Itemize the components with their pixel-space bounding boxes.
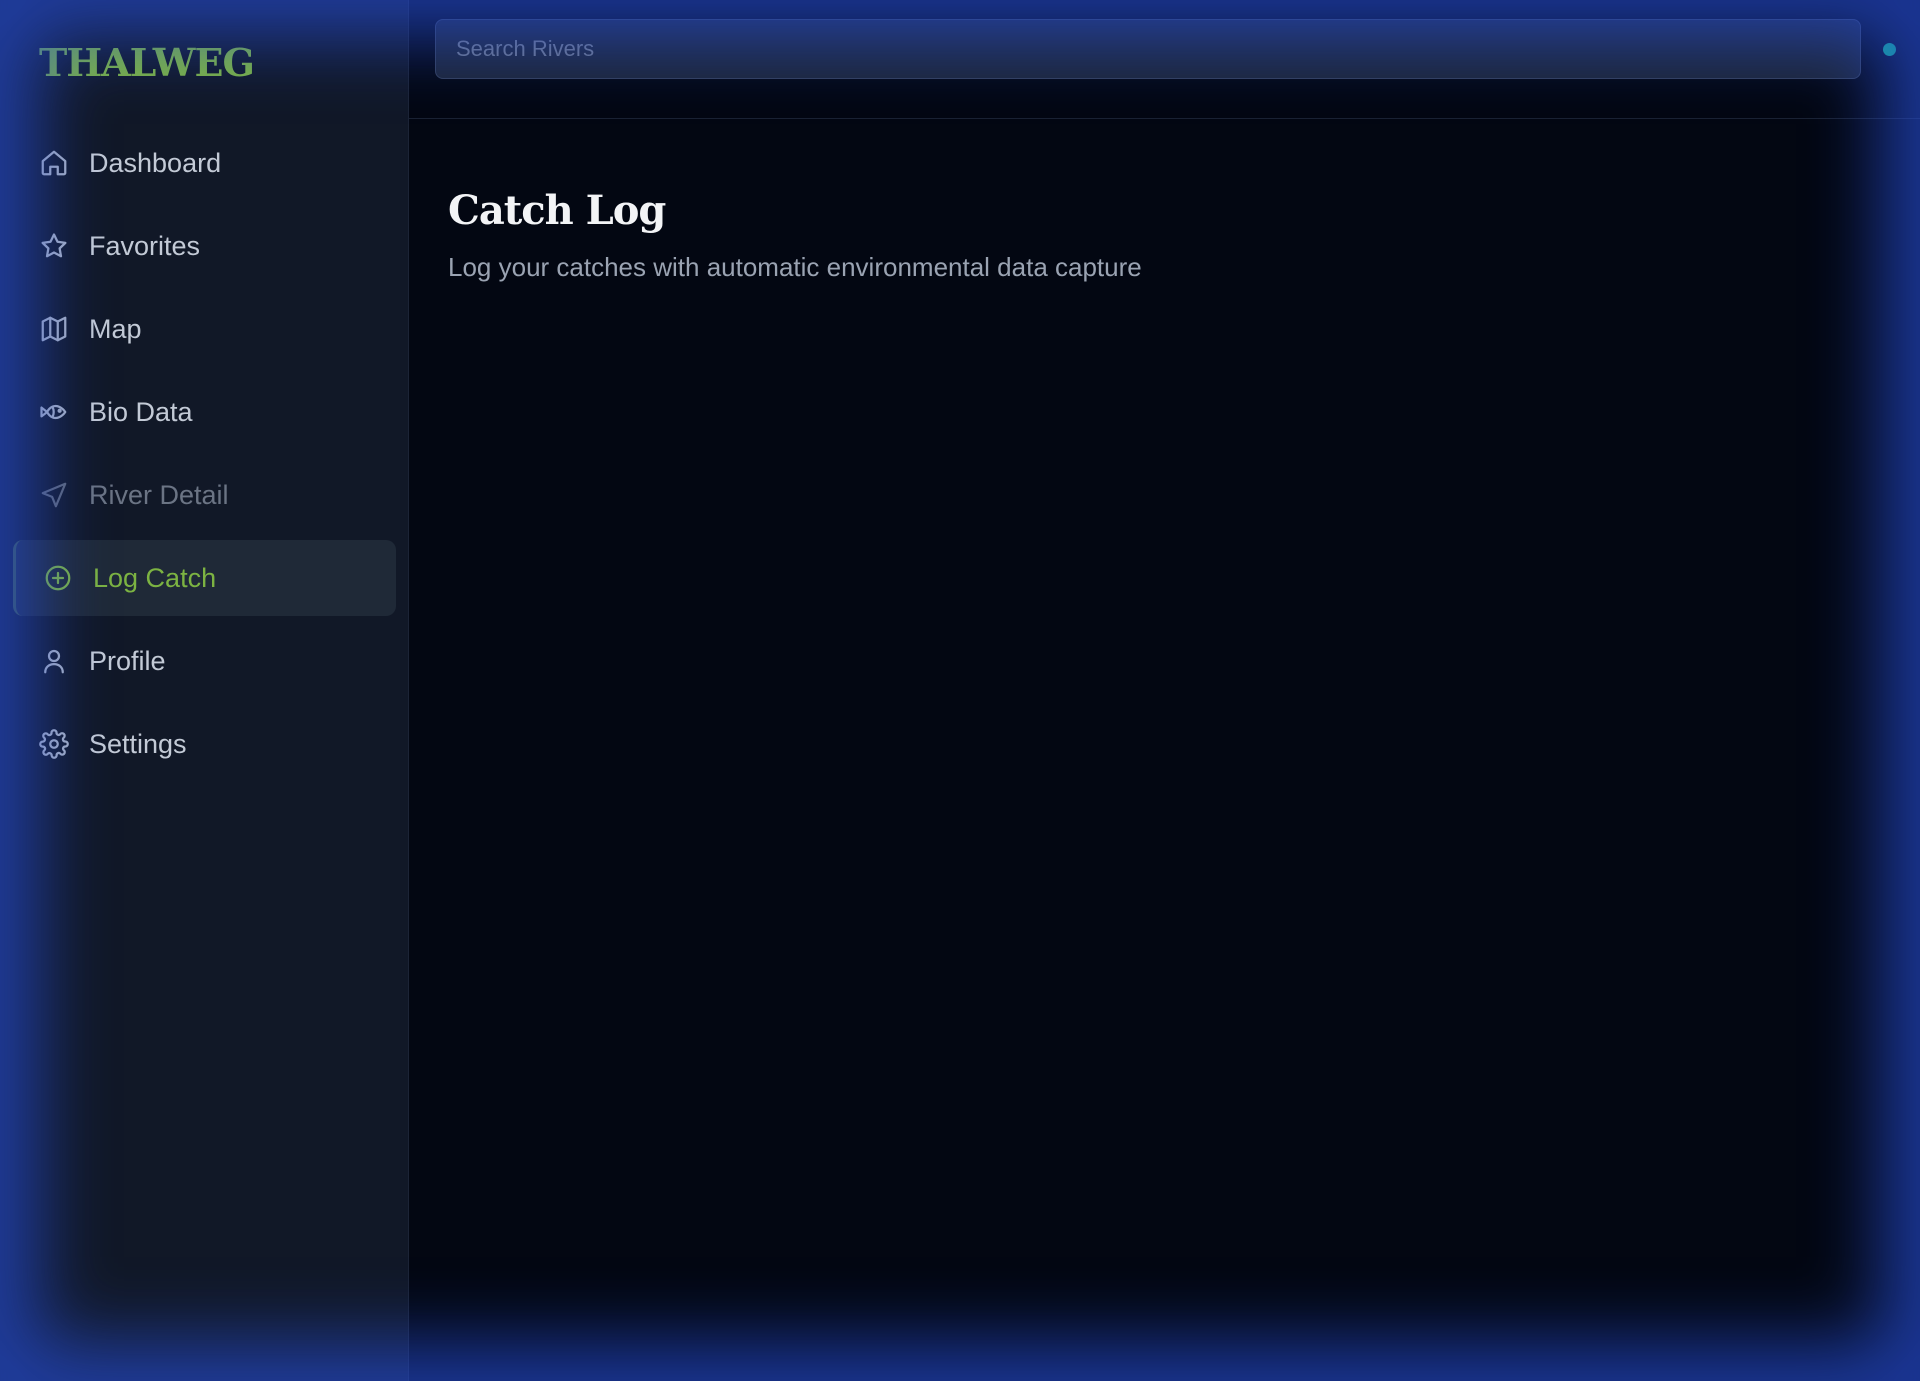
sidebar-item-label: Favorites [89,230,201,261]
sidebar-item-river-detail[interactable]: River Detail [13,457,396,533]
sidebar-item-label: Dashboard [89,147,222,178]
page-subtitle: Log your catches with automatic environm… [448,252,1142,282]
plus-circle-icon [43,563,73,593]
map-icon [39,314,69,344]
fish-icon [39,397,69,427]
status-indicator [1883,43,1896,56]
sidebar-item-profile[interactable]: Profile [13,623,396,699]
home-icon [39,148,69,178]
main-content: Catch Log Log your catches with automati… [409,0,1920,1381]
sidebar-item-settings[interactable]: Settings [13,706,396,782]
sidebar-nav: Dashboard Favorites Map Bio Data River D… [13,125,396,789]
sidebar-item-map[interactable]: Map [13,291,396,367]
app-shell: THALWEG Dashboard Favorites Map Bio Data… [0,0,1920,1381]
sidebar: THALWEG Dashboard Favorites Map Bio Data… [0,0,409,1381]
sidebar-item-label: River Detail [89,479,229,510]
navigation-icon [39,480,69,510]
sidebar-item-label: Map [89,313,142,344]
sidebar-item-label: Profile [89,645,166,676]
star-icon [39,231,69,261]
top-bar [409,0,1920,119]
search-input[interactable] [435,19,1861,79]
user-icon [39,646,69,676]
gear-icon [39,729,69,759]
sidebar-item-dashboard[interactable]: Dashboard [13,125,396,201]
window-frame: THALWEG Dashboard Favorites Map Bio Data… [0,0,1920,1381]
app-logo[interactable]: THALWEG [39,40,255,85]
sidebar-item-log-catch[interactable]: Log Catch [13,540,396,616]
sidebar-item-bio-data[interactable]: Bio Data [13,374,396,450]
sidebar-item-label: Bio Data [89,396,193,427]
sidebar-item-favorites[interactable]: Favorites [13,208,396,284]
page-title: Catch Log [448,186,666,234]
sidebar-item-label: Settings [89,728,187,759]
sidebar-item-label: Log Catch [93,562,217,593]
